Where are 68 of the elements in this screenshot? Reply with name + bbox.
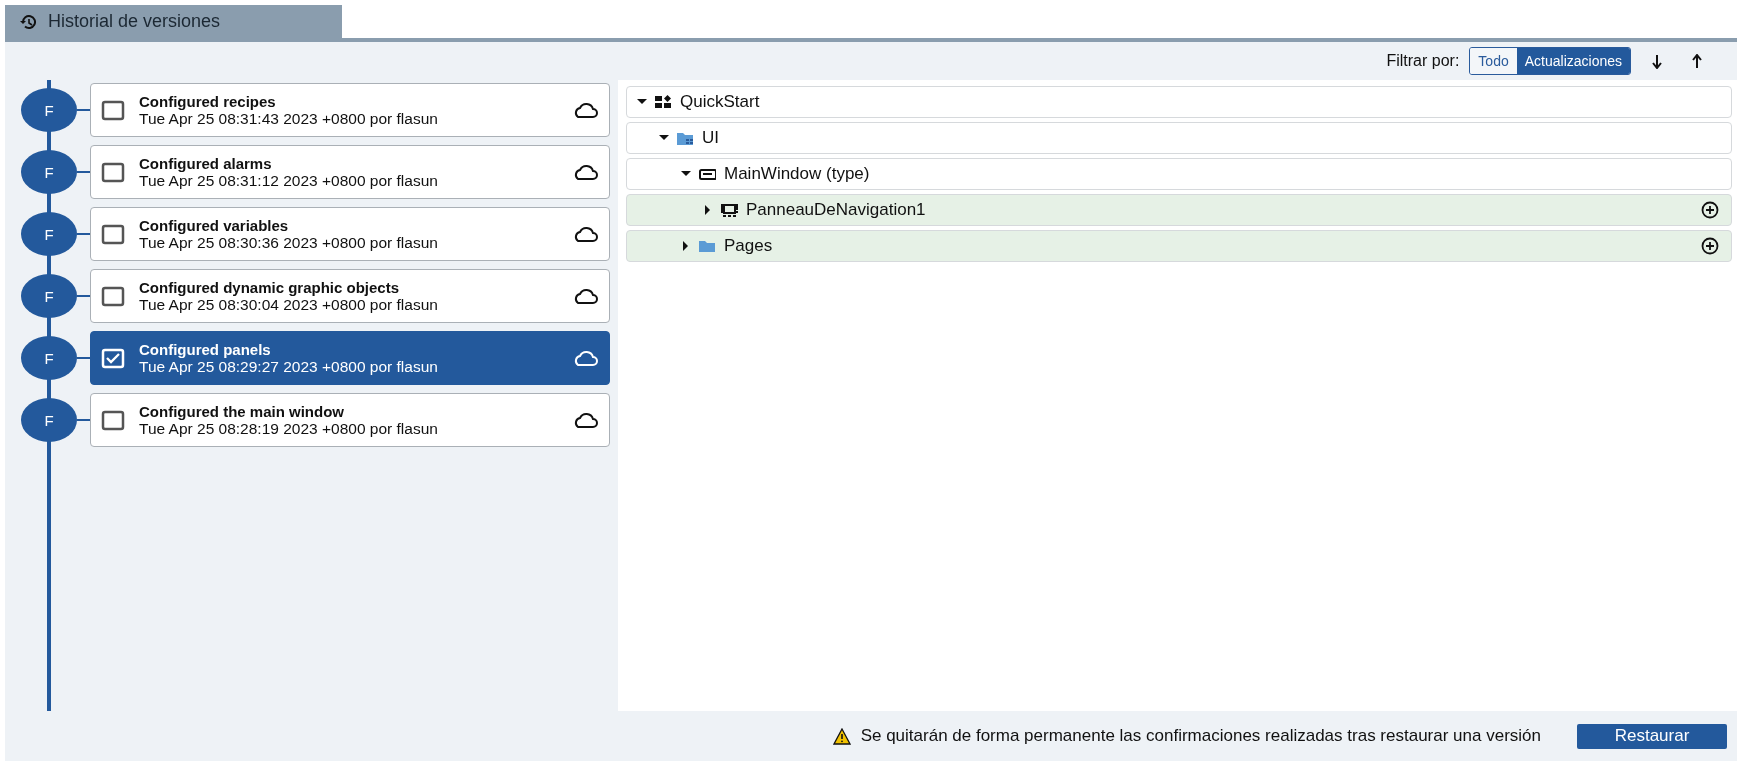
version-details: Tue Apr 25 08:31:12 2023 +0800 por flasun [139,171,439,190]
connector-line [77,357,90,359]
connector-line [77,419,90,421]
version-title: Configured panels [139,340,272,358]
plus-circle-icon [1701,237,1719,255]
tree-row[interactable]: QuickStart [626,86,1732,118]
checkbox[interactable] [101,409,125,431]
checkbox[interactable] [101,161,125,183]
version-card[interactable]: Configured recipes Tue Apr 25 08:31:43 2023 +0800 por flasun [90,83,610,137]
arrow-up-icon [1691,53,1703,69]
filter-option[interactable]: Actualizaciones [1516,48,1630,74]
avatar-circle: F [21,336,77,380]
version-card[interactable]: Configured variables Tue Apr 25 08:30:36 2023 +0800 por flasun [90,207,610,261]
checkbox[interactable] [101,99,125,121]
checkbox[interactable] [101,285,125,307]
connector-line [77,109,90,111]
tree-label: QuickStart [680,92,761,112]
avatar-circle: F [21,212,77,256]
version-title: Configured alarms [139,154,273,172]
avatar-circle: F [21,88,77,132]
folder-icon [699,238,716,254]
version-title: Configured variables [139,216,290,234]
connector-line [77,171,90,173]
version-details: Tue Apr 25 08:29:27 2023 +0800 por flasun [139,357,439,376]
avatar-circle: F [21,398,77,442]
history-tab[interactable]: Historial de versiones [5,5,342,38]
caret-right-icon[interactable] [681,241,691,251]
version-details: Tue Apr 25 08:31:43 2023 +0800 por flasun [139,109,439,128]
tree-row[interactable]: PanneauDeNavigation1 [626,194,1732,226]
connector-line [77,295,90,297]
caret-right-icon[interactable] [703,205,713,215]
filter-option[interactable]: Todo [1470,48,1517,74]
arrow-down-icon [1651,53,1663,69]
panel-icon [721,202,738,218]
tree-label: Pages [724,236,774,256]
folder-icon [677,130,694,146]
history-icon [19,13,36,30]
version-details: Tue Apr 25 08:30:04 2023 +0800 por flasun [139,295,439,314]
version-card[interactable]: Configured panels Tue Apr 25 08:29:27 2023 +0800 por flasun [90,331,610,385]
warning-icon [832,727,851,745]
version-details: Tue Apr 25 08:28:19 2023 +0800 por flasun [139,419,439,438]
caret-down-icon[interactable] [659,133,669,143]
version-card[interactable]: Configured alarms Tue Apr 25 08:31:12 2023 +0800 por flasun [90,145,610,199]
connector-line [77,233,90,235]
tree-label: UI [702,128,720,148]
checkbox[interactable] [101,223,125,245]
version-card[interactable]: Configured dynamic graphic objects Tue Apr 25 08:30:04 2023 +0800 por flasun [90,269,610,323]
caret-down-icon[interactable] [681,169,691,179]
avatar-circle: F [21,274,77,318]
version-title: Configured dynamic graphic objects [139,278,401,296]
warning-message: Se quitarán de forma permanente las confirmaciones realizadas tras restaurar una versión [860,726,1541,746]
tree-label: MainWindow (type) [724,164,871,184]
filter-label: Filtrar por: [1386,52,1460,70]
plus-circle-icon [1701,201,1719,219]
tree-row[interactable]: Pages [626,230,1732,262]
avatar-circle: F [21,150,77,194]
version-title: Configured the main window [139,402,345,420]
caret-down-icon[interactable] [637,97,647,107]
tree-label: PanneauDeNavigation1 [746,200,927,220]
blocks-icon [655,94,672,110]
version-title: Configured recipes [139,92,277,110]
restore-button[interactable]: Restaurar [1577,723,1727,749]
version-details: Tue Apr 25 08:30:36 2023 +0800 por flasun [139,233,439,252]
window-icon [699,166,716,182]
tree-row[interactable]: MainWindow (type) [626,158,1732,190]
checked-checkbox[interactable] [101,347,125,369]
version-card[interactable]: Configured the main window Tue Apr 25 08:28:19 2023 +0800 por flasun [90,393,610,447]
tree-row[interactable]: UI [626,122,1732,154]
